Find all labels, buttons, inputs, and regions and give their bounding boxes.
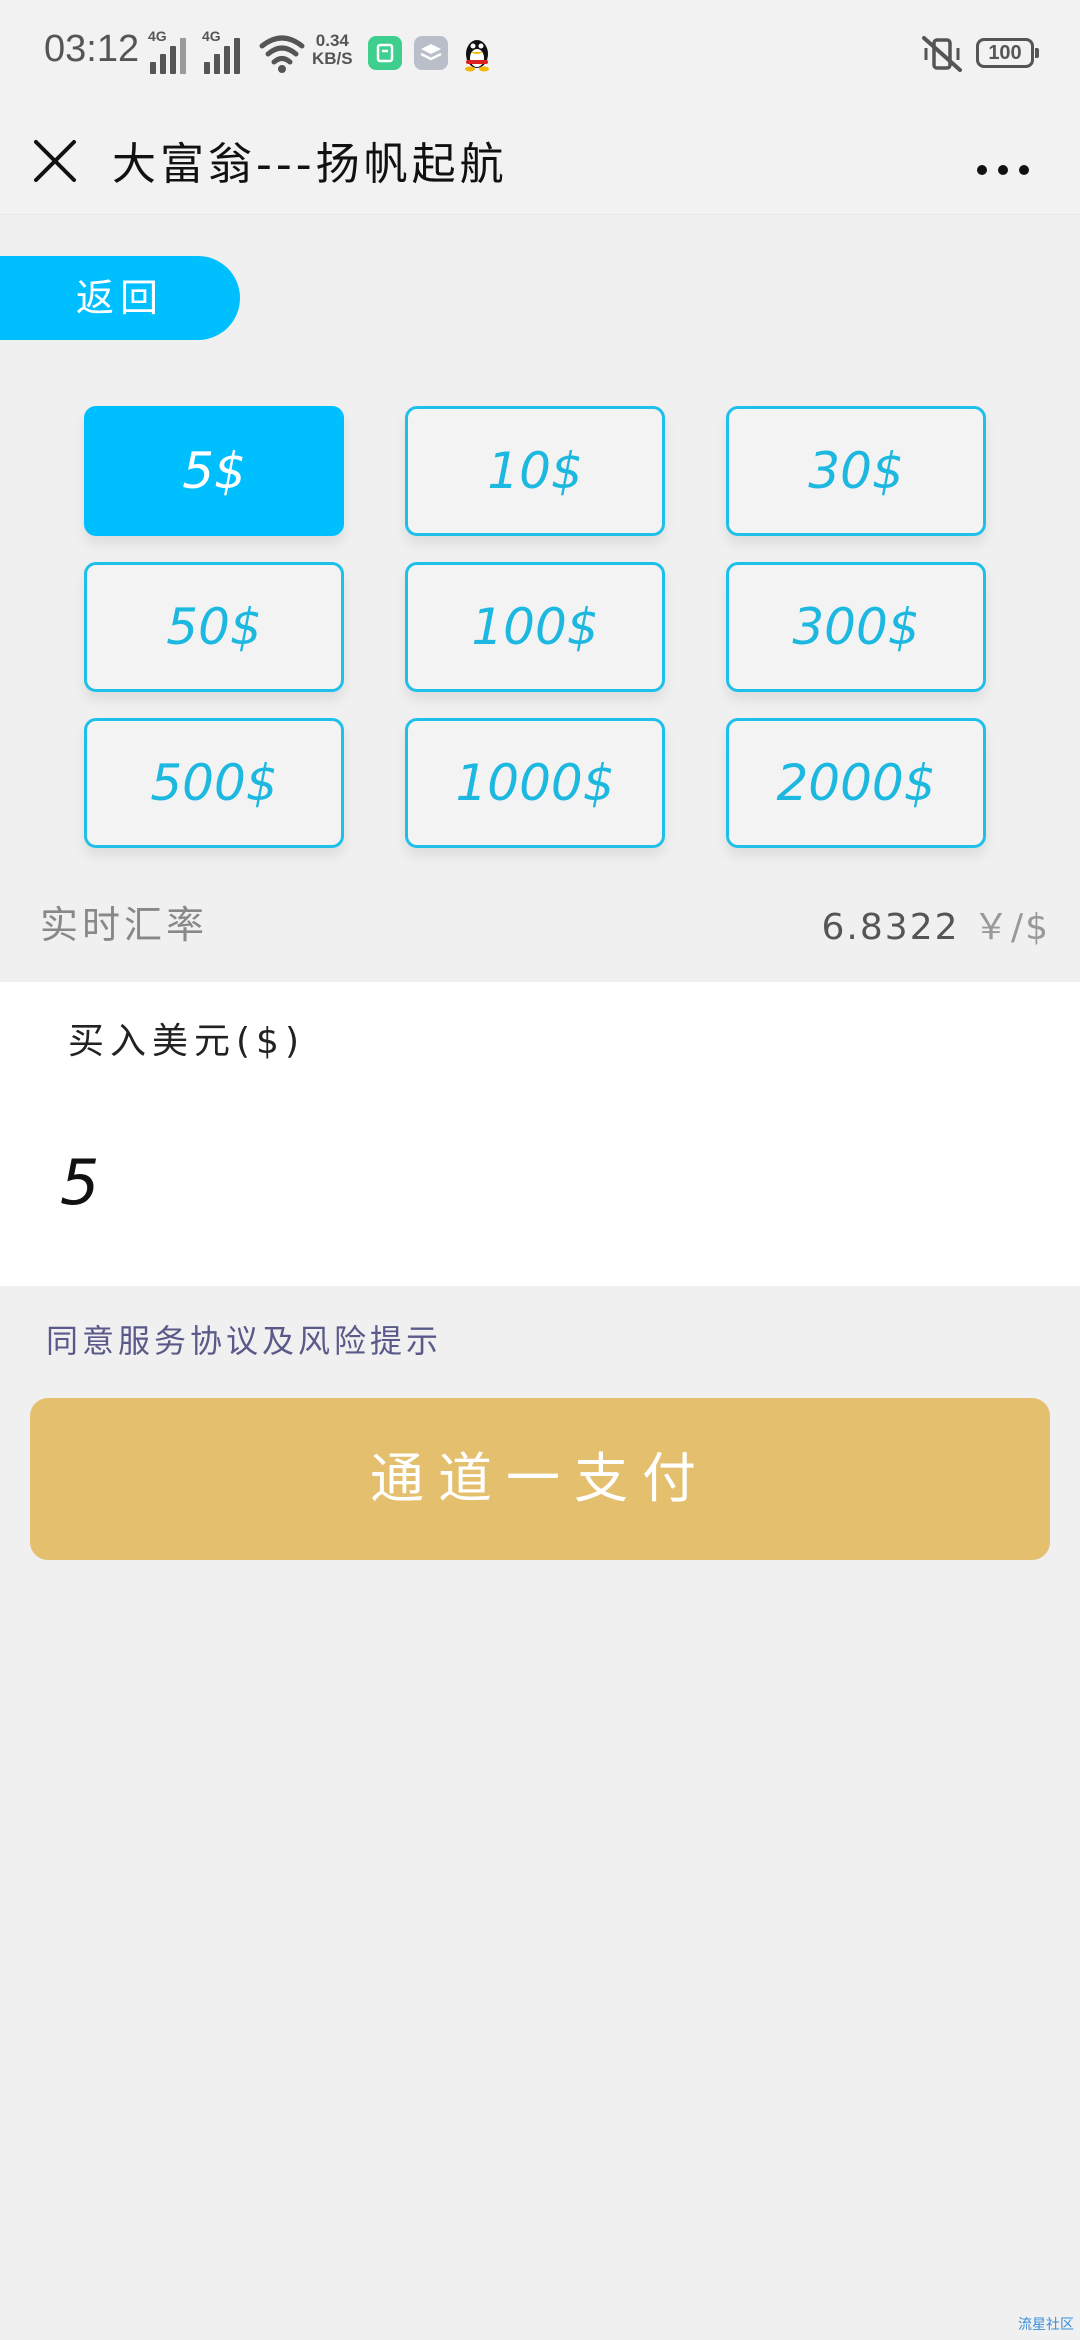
buy-usd-label: 买入美元($): [68, 1021, 305, 1062]
qq-penguin-icon: [465, 40, 489, 72]
title-bar: 大富翁---扬帆起航: [0, 110, 1080, 215]
exchange-rate-label: 实时汇率: [40, 903, 209, 947]
network-speed: 0.34 KB/S: [312, 32, 353, 68]
amount-option-50[interactable]: 50$: [84, 562, 344, 692]
amount-option-500[interactable]: 500$: [84, 718, 344, 848]
battery-indicator: 100: [976, 38, 1039, 68]
more-icon[interactable]: [968, 132, 1038, 188]
network-speed-unit: KB/S: [312, 49, 353, 68]
network-speed-value: 0.34: [315, 31, 349, 50]
watermark: 流星社区: [1018, 2317, 1074, 2333]
layers-app-icon: [414, 36, 448, 70]
amount-option-1000[interactable]: 1000$: [405, 718, 665, 848]
amount-option-100[interactable]: 100$: [405, 562, 665, 692]
back-button[interactable]: 返回: [0, 256, 240, 340]
amount-option-5[interactable]: 5$: [84, 406, 344, 536]
status-time: 03:12: [44, 28, 140, 70]
cell-signal-icon: 4G: [148, 28, 200, 74]
network-type-label: 4G: [148, 28, 167, 44]
amount-option-2000[interactable]: 2000$: [726, 718, 986, 848]
exchange-rate-value: 6.8322 ￥/$: [822, 898, 1050, 950]
buy-amount-input[interactable]: 5: [60, 1146, 99, 1219]
app-notification-icon: [368, 36, 402, 70]
buy-panel: 买入美元($) 5: [0, 982, 1080, 1286]
vibrate-mute-icon: [922, 36, 962, 72]
exchange-rate-unit: ￥/$: [972, 907, 1050, 948]
status-bar: 03:12 4G 4G 0.34 KB/S 100: [0, 0, 1080, 110]
amount-option-300[interactable]: 300$: [726, 562, 986, 692]
page-title: 大富翁---扬帆起航: [112, 139, 508, 190]
pay-channel-one-button[interactable]: 通道一支付: [30, 1398, 1050, 1560]
amount-option-30[interactable]: 30$: [726, 406, 986, 536]
agreement-link[interactable]: 同意服务协议及风险提示: [46, 1316, 442, 1362]
amount-option-10[interactable]: 10$: [405, 406, 665, 536]
cell-signal-icon-2: 4G: [202, 28, 254, 74]
network-type-label-2: 4G: [202, 28, 221, 44]
exchange-rate-number: 6.8322: [821, 907, 960, 948]
wifi-icon: [259, 35, 305, 73]
close-icon[interactable]: [30, 128, 82, 188]
